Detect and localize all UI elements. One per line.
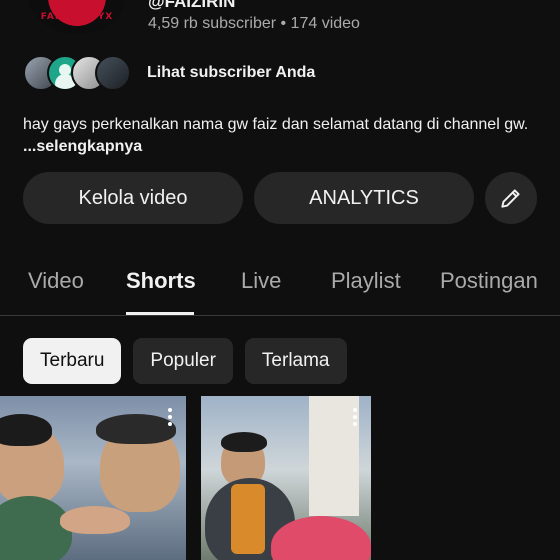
thumbnail-image	[231, 484, 265, 554]
subscriber-avatar	[95, 55, 131, 91]
channel-description[interactable]: hay gays perkenalkan nama gw faiz dan se…	[23, 114, 543, 158]
thumbnail-image	[309, 396, 359, 516]
channel-tabs: Video Shorts Live Playlist Postingan	[0, 258, 560, 316]
more-options-icon[interactable]	[353, 408, 357, 426]
pencil-icon	[501, 189, 520, 208]
filter-chips: Terbaru Populer Terlama	[23, 338, 347, 384]
tab-posts[interactable]: Postingan	[440, 268, 538, 294]
more-options-icon[interactable]	[168, 408, 172, 426]
short-thumbnail[interactable]	[201, 396, 371, 560]
thumbnail-image	[0, 414, 52, 446]
thumbnail-image	[60, 506, 130, 534]
tab-playlist[interactable]: Playlist	[331, 268, 401, 294]
tab-shorts[interactable]: Shorts	[126, 268, 196, 294]
active-tab-indicator	[126, 312, 194, 315]
chip-latest[interactable]: Terbaru	[23, 338, 122, 384]
shorts-grid	[0, 396, 560, 560]
channel-stats: 4,59 rb subscriber • 174 video	[148, 15, 360, 32]
thumbnail-image	[0, 496, 72, 560]
channel-handle: @FAIZIRIN	[148, 0, 236, 11]
edit-channel-button[interactable]	[485, 172, 537, 224]
tab-video[interactable]: Video	[28, 268, 84, 294]
thumbnail-image	[221, 432, 267, 452]
analytics-button[interactable]: ANALYTICS	[254, 172, 474, 224]
show-more-link[interactable]: ...selengkapnya	[23, 138, 142, 155]
view-subscribers-link[interactable]: Lihat subscriber Anda	[147, 64, 315, 82]
channel-header: FAIZ IZYYYX @FAIZIRIN 4,59 rb subscriber…	[0, 0, 560, 60]
analytics-label: ANALYTICS	[309, 186, 419, 209]
thumbnail-image	[96, 414, 176, 444]
description-text: hay gays perkenalkan nama gw faiz dan se…	[23, 116, 529, 133]
channel-avatar[interactable]: FAIZ IZYYYX	[28, 0, 126, 34]
manage-videos-label: Kelola video	[78, 186, 188, 209]
tab-live[interactable]: Live	[241, 268, 281, 294]
chip-oldest[interactable]: Terlama	[244, 338, 347, 384]
subscribers-row[interactable]: Lihat subscriber Anda	[23, 54, 315, 92]
avatar-logo-text: FAIZ IZYYYX	[40, 12, 114, 22]
manage-videos-button[interactable]: Kelola video	[23, 172, 243, 224]
chip-popular[interactable]: Populer	[133, 338, 233, 384]
short-thumbnail[interactable]	[0, 396, 186, 560]
